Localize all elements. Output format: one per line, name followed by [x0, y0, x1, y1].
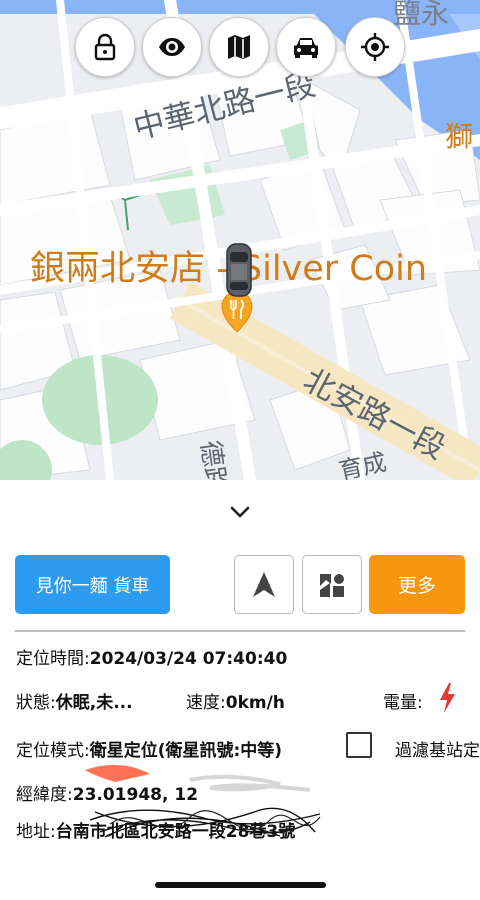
vehicle-name-button[interactable]: 見你一麵 貨車 [15, 555, 170, 614]
location-time-label: 定位時間: [16, 649, 90, 669]
car-button[interactable] [276, 17, 336, 77]
navigation-arrow-icon [253, 571, 275, 597]
filter-checkbox[interactable] [346, 732, 372, 758]
address-label: 地址: [16, 822, 56, 842]
filter-label: 過濾基站定 [395, 741, 480, 761]
street-view-icon [320, 573, 344, 597]
redaction-scribble [85, 764, 321, 838]
crosshair-icon [361, 33, 389, 61]
status-label: 狀態: [16, 693, 56, 713]
address-row: 地址:台南市北區北安路一段28巷3號 [16, 817, 295, 842]
info-panel: 見你一麵 貨車 更多 定位時間:2024/03/24 07:40:40 狀態:休… [0, 480, 480, 900]
chevron-down-icon[interactable] [226, 502, 254, 522]
coords-label: 經緯度: [16, 785, 73, 805]
map-view[interactable]: 鹽永 獅 中華北路一段 北安路一段 德路 育成 銀兩北安店 - Silver C… [0, 0, 480, 480]
home-indicator [155, 882, 326, 888]
street-view-button[interactable] [302, 555, 362, 614]
car-icon [294, 38, 318, 58]
status-value: 休眠,未... [55, 693, 133, 713]
locate-button[interactable] [345, 17, 405, 77]
more-button[interactable]: 更多 [369, 555, 465, 614]
mode-label: 定位模式: [16, 741, 90, 761]
status-row: 狀態:休眠,未... [16, 688, 133, 713]
speed-row: 速度:0km/h [186, 688, 285, 713]
speed-value: 0km/h [225, 693, 285, 713]
lock-icon [94, 33, 116, 61]
coords-value: 23.01948, 12 [72, 785, 199, 805]
road-label: 德路 [194, 438, 232, 480]
address-value: 台南市北區北安路一段28巷3號 [55, 822, 296, 842]
battery-label: 電量: [383, 693, 423, 713]
battery-row: 電量: [383, 688, 423, 713]
map-icon [228, 35, 250, 59]
lock-button[interactable] [75, 17, 135, 77]
speed-label: 速度: [186, 693, 226, 713]
vehicle-marker-icon[interactable] [223, 242, 255, 298]
coords-row: 經緯度:23.01948, 12 [16, 780, 198, 805]
eye-icon [159, 38, 185, 56]
lightning-icon [440, 683, 455, 713]
map-button[interactable] [209, 17, 269, 77]
mode-row: 定位模式:衛星定位(衛星訊號:中等) [16, 736, 282, 761]
location-time-value: 2024/03/24 07:40:40 [89, 649, 288, 669]
district-label: 獅 [445, 120, 474, 153]
divider [15, 630, 465, 632]
navigate-button[interactable] [234, 555, 294, 614]
mode-value: 衛星定位(衛星訊號:中等) [89, 741, 283, 761]
district-label: 鹽永 [393, 0, 450, 30]
location-time-row: 定位時間:2024/03/24 07:40:40 [16, 644, 287, 669]
eye-button[interactable] [142, 17, 202, 77]
